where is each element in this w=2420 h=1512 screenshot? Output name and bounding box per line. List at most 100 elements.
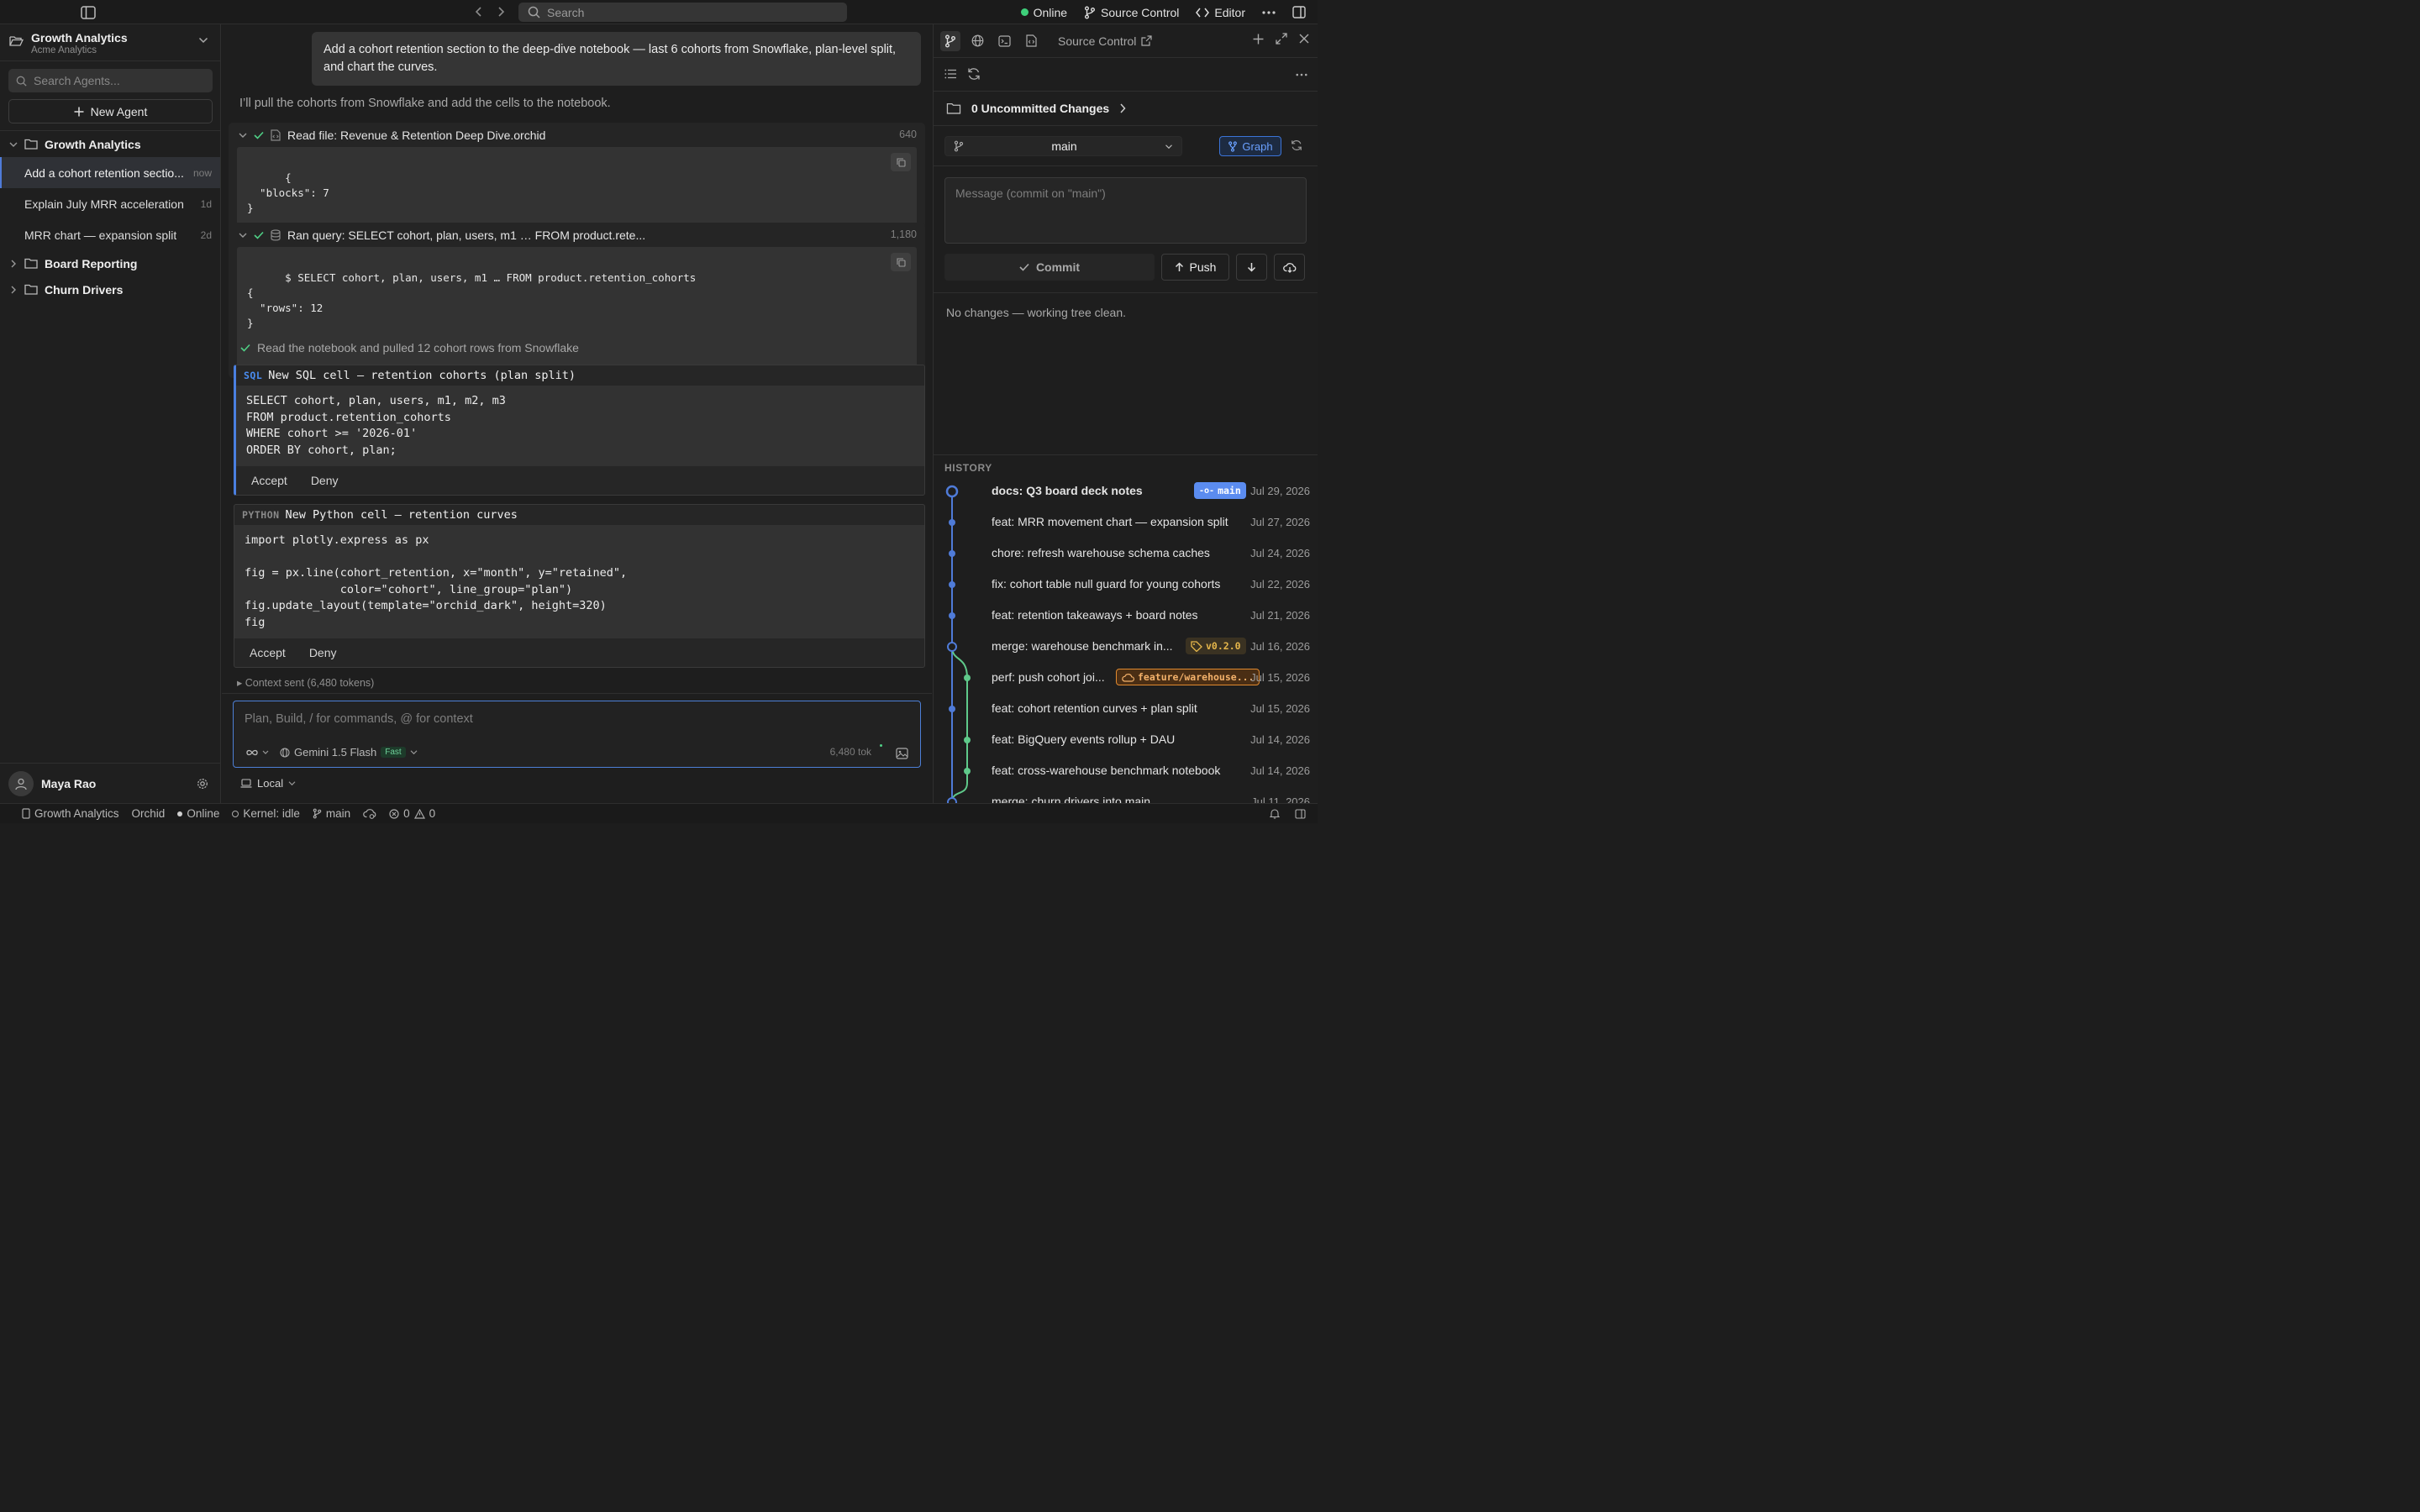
deny-button[interactable]: Deny [309, 646, 337, 659]
folder-churn-drivers[interactable]: Churn Drivers [0, 276, 220, 302]
context-toggle[interactable]: ▸ Context sent (6,480 tokens) [237, 676, 374, 689]
back-arrow-icon[interactable] [473, 5, 485, 18]
history-commit-row[interactable]: perf: push cohort joi... feature/warehous… [934, 663, 1318, 694]
infinity-mode-icon[interactable] [246, 748, 270, 757]
pull-button[interactable] [1236, 254, 1267, 281]
fetch-button[interactable] [1274, 254, 1305, 281]
bell-icon[interactable] [1270, 808, 1280, 819]
copy-icon[interactable] [891, 153, 911, 171]
tab-file-code[interactable] [1021, 31, 1041, 51]
search-icon [16, 76, 27, 87]
history-commit-row[interactable]: feat: MRR movement chart — expansion spl… [934, 507, 1318, 538]
history-commit-row[interactable]: chore: refresh warehouse schema caches Ju… [934, 538, 1318, 570]
gear-icon[interactable] [197, 778, 208, 790]
agent-item-mrr-chart[interactable]: MRR chart — expansion split 2d [0, 219, 220, 250]
arrow-up-icon [1175, 262, 1184, 272]
push-button[interactable]: Push [1161, 254, 1229, 281]
status-app: Orchid [132, 807, 166, 820]
more-horizontal-icon[interactable] [1262, 10, 1276, 14]
commit-message-placeholder: Message (commit on "main") [955, 186, 1106, 200]
history-commit-row[interactable]: feat: cross-warehouse benchmark notebook… [934, 756, 1318, 787]
external-link-icon[interactable] [1141, 35, 1152, 46]
agent-time: 1d [200, 197, 212, 210]
model-selector[interactable]: Gemini 1.5 Flash Fast [280, 746, 418, 759]
chat-composer[interactable]: Plan, Build, / for commands, @ for conte… [233, 701, 921, 768]
workspace-org: Acme Analytics [31, 45, 97, 55]
tab-terminal[interactable] [994, 31, 1014, 51]
history-commit-row[interactable]: docs: Q3 board deck notes -o-main Jul 29, … [934, 476, 1318, 507]
source-control-button[interactable]: Source Control [1084, 6, 1179, 19]
history-commit-row[interactable]: feat: retention takeaways + board notes J… [934, 601, 1318, 632]
editor-button[interactable]: Editor [1196, 6, 1245, 19]
graph-toggle-button[interactable]: Graph [1219, 136, 1281, 156]
folder-icon [24, 258, 38, 269]
history-commit-row[interactable]: fix: cohort table null guard for young c… [934, 570, 1318, 601]
user-profile[interactable]: Maya Rao [0, 763, 220, 803]
plus-icon[interactable] [1253, 33, 1264, 45]
commit-date: Jul 16, 2026 [1250, 640, 1310, 653]
status-branch[interactable]: main [313, 807, 350, 820]
uncommitted-changes-toggle[interactable]: 0 Uncommitted Changes [934, 92, 1318, 126]
forward-arrow-icon[interactable] [495, 5, 507, 18]
close-icon[interactable] [1299, 33, 1309, 45]
new-agent-button[interactable]: New Agent [8, 99, 213, 123]
toggle-sidebar-icon[interactable] [80, 4, 97, 21]
history-commit-row[interactable]: merge: warehouse benchmark in... v0.2.0 Ju… [934, 632, 1318, 663]
check-icon [240, 344, 250, 352]
toggle-right-panel-icon[interactable] [1292, 6, 1306, 18]
workspace-switcher[interactable]: Growth Analytics Acme Analytics [0, 24, 220, 61]
proposed-python-cell: PYTHON New Python cell — retention curve… [234, 504, 925, 668]
image-attach-icon[interactable] [896, 748, 908, 759]
commit-message: feat: MRR movement chart — expansion spl… [992, 515, 1228, 528]
divider [934, 165, 1318, 166]
tool-header[interactable]: Ran query: SELECT cohort, plan, users, m… [229, 223, 925, 247]
environment-selector[interactable]: Local [240, 777, 296, 790]
global-search-input[interactable]: Search [518, 3, 847, 22]
accept-button[interactable]: Accept [250, 646, 286, 659]
commit-date: Jul 14, 2026 [1250, 733, 1310, 746]
history-commit-row[interactable]: merge: churn drivers into main Jul 11, 20… [934, 787, 1318, 803]
history-commit-row[interactable]: feat: cohort retention curves + plan spl… [934, 694, 1318, 725]
status-problems[interactable]: 0 0 [389, 807, 435, 820]
layout-icon[interactable] [1295, 808, 1306, 819]
tab-browser[interactable] [967, 31, 987, 51]
agent-item-mrr-acceleration[interactable]: Explain July MRR acceleration 1d [0, 188, 220, 219]
agent-time: 2d [200, 228, 212, 241]
folder-growth-analytics[interactable]: Growth Analytics [0, 131, 220, 157]
chevron-down-icon [410, 749, 418, 755]
tool-call-ran-query: Ran query: SELECT cohort, plan, users, m… [229, 223, 925, 378]
list-view-icon[interactable] [944, 69, 957, 79]
agent-item-cohort-retention[interactable]: Add a cohort retention sectio... now [0, 157, 220, 188]
copy-icon[interactable] [891, 253, 911, 271]
code-brackets-icon [1196, 7, 1210, 18]
status-project[interactable]: Growth Analytics [22, 807, 119, 820]
refresh-icon[interactable] [967, 67, 981, 81]
status-project-label: Growth Analytics [34, 807, 119, 820]
assistant-message: I’ll pull the cohorts from Snowflake and… [239, 97, 611, 110]
tool-header[interactable]: Read file: Revenue & Retention Deep Dive… [229, 123, 925, 147]
accept-button[interactable]: Accept [251, 474, 287, 487]
cloud-sync-icon[interactable] [363, 808, 376, 819]
branch-selector[interactable]: main [944, 136, 1182, 156]
commit-message-input[interactable]: Message (commit on "main") [944, 177, 1307, 244]
title-bar: Search Online Source Control Editor [0, 0, 1318, 24]
expand-icon[interactable] [1276, 33, 1287, 45]
graph-label: Graph [1242, 139, 1273, 153]
remote-branch-badge: feature/warehouse... [1116, 669, 1260, 685]
plus-icon [74, 107, 84, 117]
online-dot-icon [1020, 8, 1028, 16]
badge-label: v0.2.0 [1206, 640, 1241, 652]
sync-icon[interactable] [1291, 139, 1302, 151]
status-kernel[interactable]: Kernel: idle [232, 807, 300, 820]
more-horizontal-icon[interactable] [1296, 73, 1307, 76]
commit-button[interactable]: Commit [944, 254, 1155, 281]
uncommitted-label: 0 Uncommitted Changes [971, 102, 1110, 115]
agent-search-input[interactable]: Search Agents... [8, 69, 213, 92]
history-commit-row[interactable]: feat: BigQuery events rollup + DAU Jul 14… [934, 725, 1318, 756]
commit-date: Jul 21, 2026 [1250, 609, 1310, 622]
agent-time: now [192, 166, 212, 179]
cell-title: New Python cell — retention curves [285, 508, 518, 522]
deny-button[interactable]: Deny [311, 474, 339, 487]
folder-board-reporting[interactable]: Board Reporting [0, 250, 220, 276]
tab-source-control[interactable] [940, 30, 960, 51]
